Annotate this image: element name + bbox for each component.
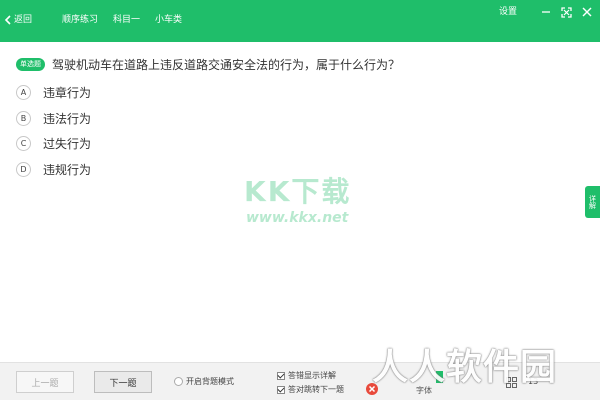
next-question-button[interactable]: 下一题	[94, 371, 152, 393]
window-controls: 设置	[499, 6, 592, 18]
prev-question-button[interactable]: 上一题	[16, 371, 74, 393]
maximize-icon[interactable]	[561, 6, 572, 18]
radio-icon	[174, 377, 183, 386]
nav-item-order-practice[interactable]: 顺序练习	[62, 14, 98, 26]
answer-options: A 违章行为 B 违法行为 C 过失行为 D 违规行为	[16, 80, 91, 182]
checkbox-icon	[277, 385, 285, 394]
option-letter: B	[16, 110, 31, 126]
top-bar: 返回 顺序练习 科目一 小车类 设置	[0, 0, 600, 42]
settings-button[interactable]: 设置	[499, 6, 517, 18]
recite-mode-toggle[interactable]: 开启背题模式	[174, 376, 234, 387]
explanation-tab[interactable]: 详解	[585, 186, 600, 218]
show-explanation-checkbox[interactable]: 答错显示详解	[277, 370, 336, 381]
option-text: 过失行为	[43, 137, 92, 152]
minimize-icon[interactable]	[541, 7, 551, 17]
question-row: 单选题 驾驶机动车在道路上违反道路交通安全法的行为，属于什么行为？	[16, 56, 586, 73]
option-letter: D	[16, 161, 31, 177]
chevron-left-icon	[4, 15, 11, 25]
option-text: 违规行为	[43, 162, 92, 177]
corner-watermark: 人人软件园	[372, 347, 558, 388]
option-letter: A	[16, 85, 31, 101]
option-text: 违法行为	[43, 111, 92, 126]
breadcrumb: 返回 顺序练习 科目一 小车类	[4, 14, 197, 26]
checkbox-label: 答对跳转下一题	[288, 385, 344, 394]
option-b[interactable]: B 违法行为	[16, 106, 91, 132]
checkbox-label: 答错显示详解	[288, 371, 336, 380]
question-text: 驾驶机动车在道路上违反道路交通安全法的行为，属于什么行为？	[52, 58, 401, 72]
question-type-badge: 单选题	[16, 58, 45, 71]
recite-mode-label: 开启背题模式	[186, 377, 234, 386]
back-label: 返回	[14, 15, 33, 25]
back-button[interactable]: 返回	[4, 14, 47, 26]
exam-window: 返回 顺序练习 科目一 小车类 设置 单选题 驾驶机动车在道路上违反道路交通安全…	[0, 0, 600, 400]
watermark-logo: KK下载	[244, 175, 352, 208]
nav-item-subject[interactable]: 科目一	[113, 14, 140, 26]
option-letter: C	[16, 136, 31, 152]
site-watermark: KK下载 www.kkx.net	[244, 175, 351, 227]
auto-next-checkbox[interactable]: 答对跳转下一题	[277, 384, 344, 395]
checkbox-icon	[277, 371, 285, 380]
nav-item-car-type[interactable]: 小车类	[155, 14, 182, 26]
watermark-url: www.kkx.net	[246, 210, 349, 226]
option-text: 违章行为	[43, 86, 92, 101]
option-d[interactable]: D 违规行为	[16, 157, 91, 183]
option-a[interactable]: A 违章行为	[16, 80, 91, 106]
close-icon[interactable]	[582, 7, 592, 17]
option-c[interactable]: C 过失行为	[16, 131, 91, 157]
